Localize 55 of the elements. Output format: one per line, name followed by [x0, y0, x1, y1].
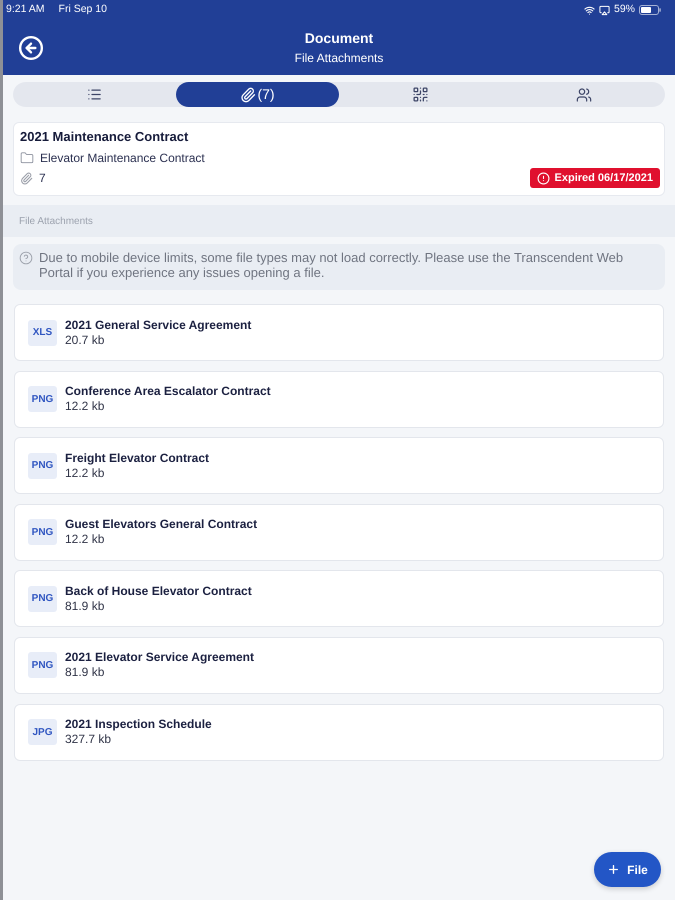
file-type-label: XLS — [28, 320, 57, 346]
folder-icon — [20, 151, 34, 165]
file-size: 12.2 kb — [65, 532, 106, 548]
paperclip-icon — [20, 172, 33, 184]
attachment-count: 7 — [39, 170, 46, 187]
folder-name: Elevator Maintenance Contract — [40, 150, 205, 166]
file-name: Conference Area Escalator Contract — [65, 384, 271, 400]
help-icon — [19, 251, 33, 265]
file-row[interactable]: PNG Guest Elevators General Contract 12.2 kb — [14, 504, 664, 561]
screen-mirroring-icon — [598, 4, 610, 16]
file-row[interactable]: PNG 2021 Elevator Service Agreement 81.9 kb — [14, 636, 664, 694]
qr-code-icon — [412, 86, 429, 103]
list-icon — [87, 87, 102, 102]
file-row[interactable]: PNG Freight Elevator Contract 12.2 kb — [14, 437, 664, 494]
file-name: 2021 Inspection Schedule — [65, 717, 212, 732]
file-name: Guest Elevators General Contract — [65, 517, 258, 532]
file-name: Back of House Elevator Contract — [65, 584, 252, 599]
add-file-button[interactable]: File — [594, 852, 661, 887]
document-title: 2021 Maintenance Contract — [20, 128, 190, 145]
battery-percent: 59% — [614, 2, 635, 18]
expired-date: Expired 06/17/2021 — [554, 170, 653, 186]
status-date: Fri Sep 10 — [58, 2, 107, 18]
file-row[interactable]: JPG 2021 Inspection Schedule 327.7 kb — [14, 704, 664, 761]
file-size: 81.9 kb — [65, 665, 106, 680]
file-type-label: PNG — [28, 519, 57, 546]
people-icon — [576, 86, 592, 102]
file-type-label: PNG — [28, 586, 57, 612]
plus-icon — [607, 863, 620, 876]
page-subtitle: File Attachments — [294, 50, 384, 66]
file-name: 2021 General Service Agreement — [65, 318, 252, 332]
page-title: Document — [304, 29, 374, 47]
file-name: Freight Elevator Contract — [65, 450, 210, 466]
file-size: 12.2 kb — [65, 399, 106, 414]
file-size: 327.7 kb — [65, 732, 112, 748]
battery-icon — [639, 5, 661, 15]
wifi-icon — [584, 4, 595, 16]
file-size: 20.7 kb — [65, 332, 106, 348]
file-type-label: PNG — [28, 452, 57, 479]
file-size: 12.2 kb — [65, 466, 106, 481]
section-title: File Attachments — [19, 214, 93, 228]
file-name: 2021 Elevator Service Agreement — [65, 650, 254, 666]
tab[interactable]: (7) — [176, 82, 339, 107]
paperclip-icon — [240, 86, 256, 102]
back-icon — [18, 34, 44, 60]
file-type-label: PNG — [28, 386, 57, 412]
status-time: 9:21 AM — [6, 2, 45, 18]
file-row[interactable]: PNG Conference Area Escalator Contract 12.2 kb — [14, 370, 664, 428]
file-type-label: PNG — [28, 652, 57, 678]
file-type-label: JPG — [28, 719, 57, 746]
notice-text: Due to mobile device limits, some file types may not load correctly. Please use the Transcendent Web Portal if you experience any issues opening a file. — [39, 250, 624, 282]
file-row[interactable]: PNG Back of House Elevator Contract 81.9 kb — [14, 570, 664, 628]
file-size: 81.9 kb — [65, 598, 106, 614]
alert-icon — [536, 172, 550, 184]
back-button[interactable] — [17, 34, 45, 62]
file-row[interactable]: XLS 2021 General Service Agreement 20.7 kb — [14, 304, 664, 361]
